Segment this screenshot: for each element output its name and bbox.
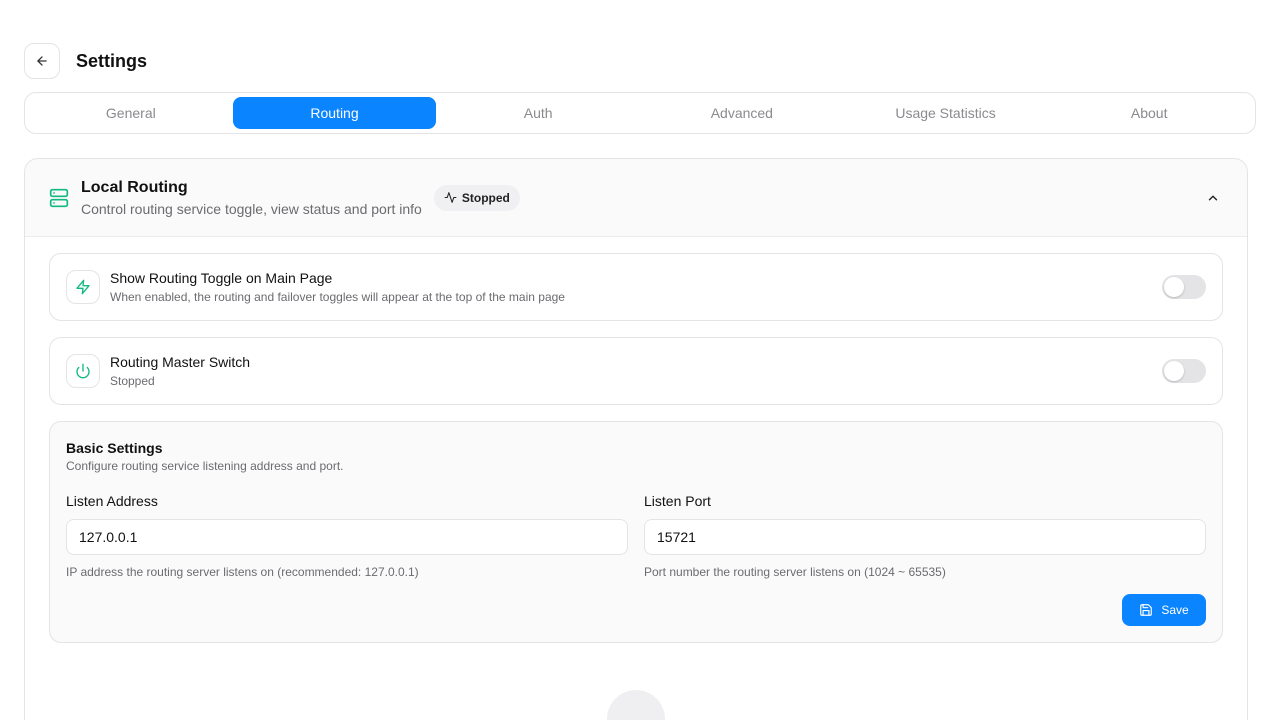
power-icon-box xyxy=(66,354,100,388)
basic-settings-title: Basic Settings xyxy=(66,440,163,456)
activity-icon xyxy=(444,192,457,203)
show-routing-text: Show Routing Toggle on Main Page When en… xyxy=(110,270,565,304)
toggle-knob xyxy=(1164,277,1184,297)
bolt-icon xyxy=(76,279,90,295)
show-routing-desc: When enabled, the routing and failover t… xyxy=(110,290,565,304)
arrow-left-icon xyxy=(37,56,47,66)
master-switch-desc: Stopped xyxy=(110,374,155,388)
collapse-button[interactable] xyxy=(1203,188,1223,208)
tab-about[interactable]: About xyxy=(1047,97,1251,129)
local-routing-body: Show Routing Toggle on Main Page When en… xyxy=(25,237,1247,720)
master-switch-toggle[interactable] xyxy=(1162,359,1206,383)
header: Settings xyxy=(24,43,147,79)
listen-port-field: Listen Port Port number the routing serv… xyxy=(644,493,1206,579)
tab-general[interactable]: General xyxy=(29,97,233,129)
master-switch-title: Routing Master Switch xyxy=(110,354,251,370)
local-routing-heading: Local Routing Control routing service to… xyxy=(81,179,422,217)
status-badge: Stopped xyxy=(433,184,520,211)
server-icon xyxy=(49,188,69,207)
save-icon xyxy=(1140,604,1153,616)
listen-port-label: Listen Port xyxy=(644,493,711,509)
listen-address-input[interactable] xyxy=(66,519,628,555)
save-button[interactable]: Save xyxy=(1122,594,1206,626)
tab-auth[interactable]: Auth xyxy=(436,97,640,129)
basic-settings-fields: Listen Address IP address the routing se… xyxy=(66,493,1206,579)
local-routing-subtitle: Control routing service toggle, view sta… xyxy=(81,200,422,217)
listen-address-help: IP address the routing server listens on… xyxy=(66,565,419,579)
tab-advanced[interactable]: Advanced xyxy=(640,97,844,129)
local-routing-header[interactable]: Local Routing Control routing service to… xyxy=(25,159,1247,237)
master-switch-text: Routing Master Switch Stopped xyxy=(110,354,250,388)
listen-address-field: Listen Address IP address the routing se… xyxy=(66,493,628,579)
status-text: Stopped xyxy=(461,190,510,205)
page-title: Settings xyxy=(76,50,148,71)
tab-routing[interactable]: Routing xyxy=(232,97,437,129)
show-routing-toggle-row: Show Routing Toggle on Main Page When en… xyxy=(49,253,1223,321)
tab-bar: General Routing Auth Advanced Usage Stat… xyxy=(24,92,1256,134)
show-routing-toggle[interactable] xyxy=(1162,275,1206,299)
local-routing-title: Local Routing xyxy=(81,178,188,196)
tab-usage-statistics[interactable]: Usage Statistics xyxy=(844,97,1048,129)
power-icon xyxy=(76,363,90,379)
back-button[interactable] xyxy=(24,43,60,79)
toggle-knob xyxy=(1164,361,1184,381)
listen-port-help: Port number the routing server listens o… xyxy=(644,565,946,579)
chevron-up-icon xyxy=(1208,195,1218,200)
listen-address-label: Listen Address xyxy=(66,493,158,509)
show-routing-title: Show Routing Toggle on Main Page xyxy=(110,270,333,286)
master-switch-row: Routing Master Switch Stopped xyxy=(49,337,1223,405)
listen-port-input[interactable] xyxy=(644,519,1206,555)
bolt-icon-box xyxy=(66,270,100,304)
basic-settings-panel: Basic Settings Configure routing service… xyxy=(49,421,1223,643)
local-routing-card: Local Routing Control routing service to… xyxy=(24,158,1248,720)
save-label: Save xyxy=(1161,603,1189,617)
basic-settings-desc: Configure routing service listening addr… xyxy=(66,459,344,473)
